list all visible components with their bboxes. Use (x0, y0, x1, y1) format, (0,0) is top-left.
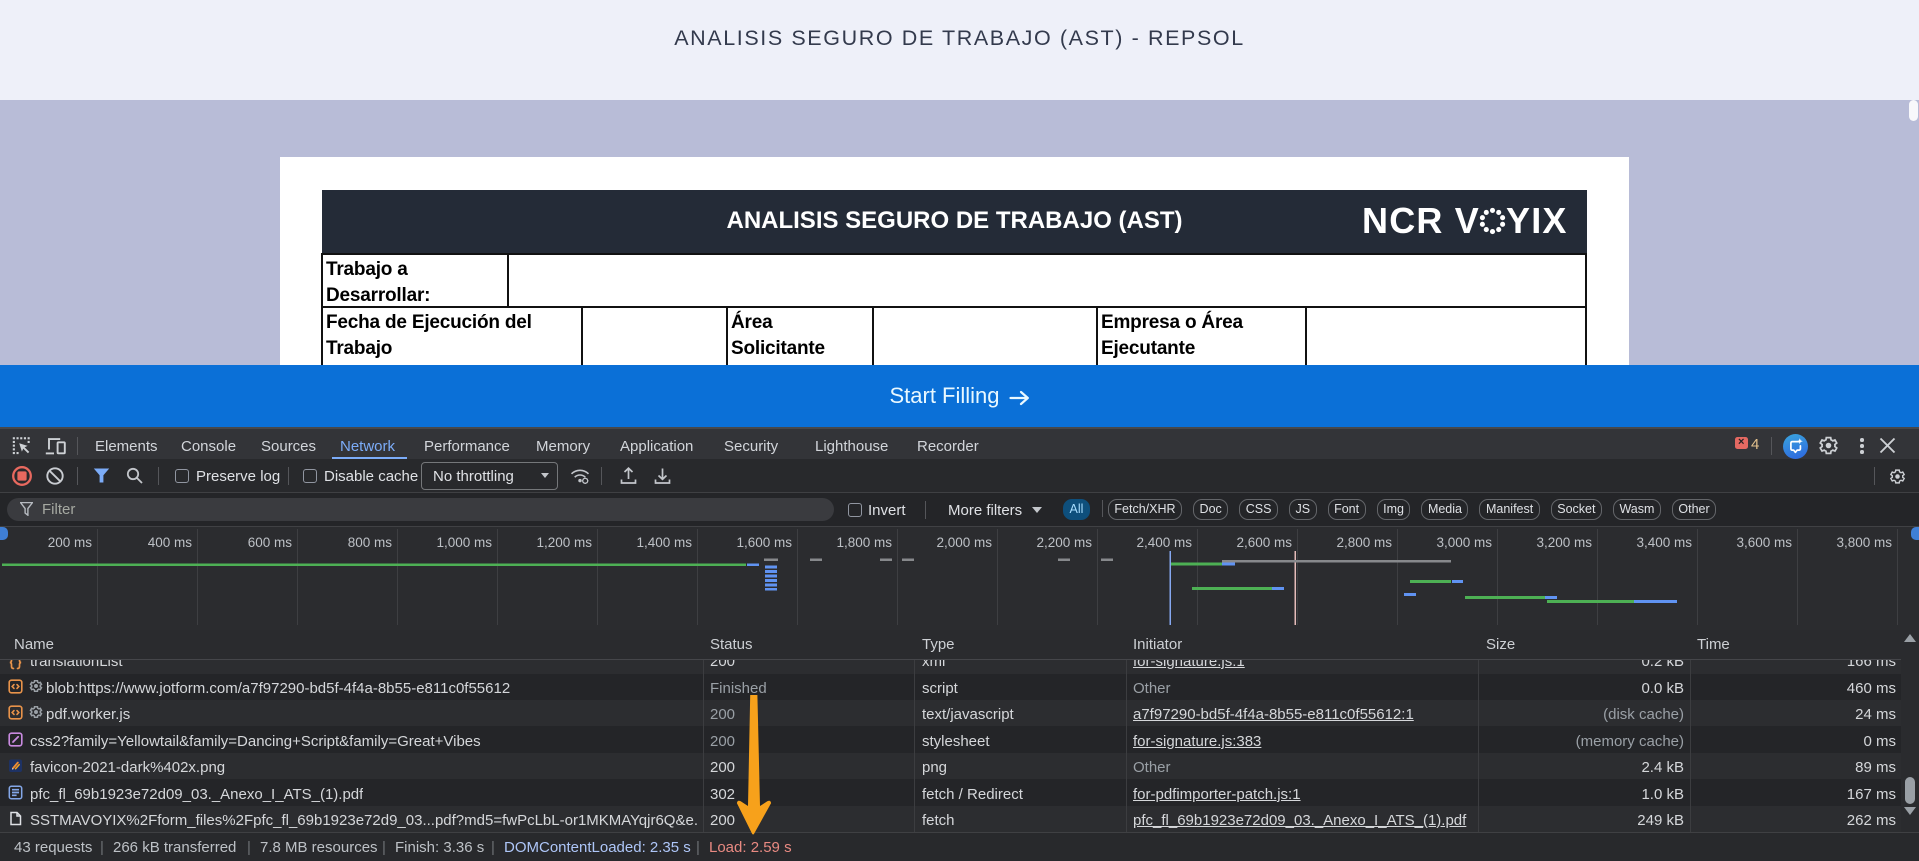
svg-text:2,000 ms: 2,000 ms (936, 535, 992, 550)
svg-text:NCR V: NCR V (1362, 201, 1480, 241)
svg-text:1,000 ms: 1,000 ms (436, 535, 492, 550)
svg-text:3,600 ms: 3,600 ms (1736, 535, 1792, 550)
svg-text:1,600 ms: 1,600 ms (736, 535, 792, 550)
svg-text:2,600 ms: 2,600 ms (1236, 535, 1292, 550)
svg-text:1,800 ms: 1,800 ms (836, 535, 892, 550)
svg-text:800 ms: 800 ms (348, 535, 393, 550)
svg-text:2,400 ms: 2,400 ms (1136, 535, 1192, 550)
svg-text:400 ms: 400 ms (148, 535, 193, 550)
svg-text:1,200 ms: 1,200 ms (536, 535, 592, 550)
svg-text:1,400 ms: 1,400 ms (636, 535, 692, 550)
svg-text:YIX: YIX (1506, 201, 1568, 241)
svg-text:600 ms: 600 ms (248, 535, 293, 550)
svg-text:3,000 ms: 3,000 ms (1436, 535, 1492, 550)
svg-text:3,200 ms: 3,200 ms (1536, 535, 1592, 550)
svg-text:3,800 ms: 3,800 ms (1836, 535, 1892, 550)
svg-text:3,400 ms: 3,400 ms (1636, 535, 1692, 550)
svg-text:2,200 ms: 2,200 ms (1036, 535, 1092, 550)
svg-text:2,800 ms: 2,800 ms (1336, 535, 1392, 550)
svg-text:200 ms: 200 ms (48, 535, 93, 550)
